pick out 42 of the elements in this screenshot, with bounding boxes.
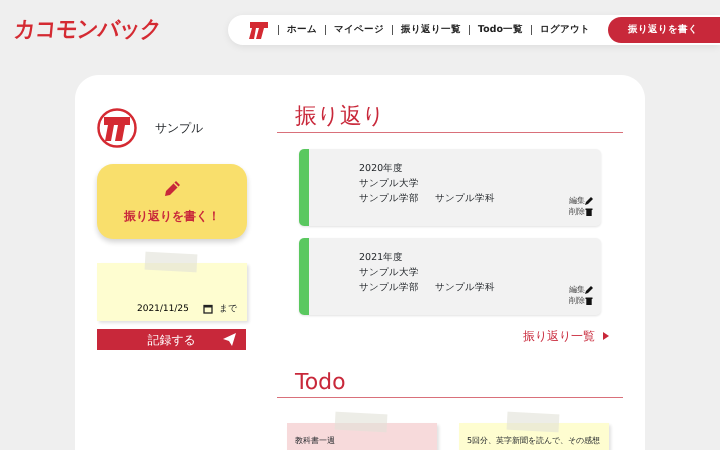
delete-link[interactable]: 削除 xyxy=(569,206,593,218)
nav-link[interactable]: 振り返り一覧 xyxy=(400,22,461,38)
year-text: 2021年度 xyxy=(359,250,404,265)
pencil-icon xyxy=(585,197,593,206)
tape xyxy=(144,252,198,272)
year-text: 2020年度 xyxy=(359,162,404,176)
section-heading: 振り返り xyxy=(277,103,623,133)
todo-text: 5回分、英字新聞を読んで、その感想 xyxy=(467,436,600,446)
logo-icon[interactable] xyxy=(248,19,270,41)
trash-icon xyxy=(585,297,593,306)
until-label: まで xyxy=(219,302,237,316)
pencil-icon xyxy=(585,286,593,294)
delete-link[interactable]: 削除 xyxy=(569,295,593,307)
nav-link[interactable]: マイページ xyxy=(334,22,384,38)
edit-link[interactable]: 編集 xyxy=(569,284,593,296)
date-field[interactable]: 2021/11/25 xyxy=(137,302,197,316)
faculty-text: サンプル学部 xyxy=(359,280,419,295)
caret-icon xyxy=(603,332,609,340)
edit-link[interactable]: 編集 xyxy=(569,195,593,206)
write-reflection-button[interactable]: 振り返りを書く！ xyxy=(97,164,247,239)
nav-link[interactable]: ログアウト xyxy=(540,22,590,38)
faculty-text: サンプル学部 xyxy=(359,192,419,206)
calendar-icon[interactable] xyxy=(203,304,213,314)
section-heading: Todo xyxy=(277,368,623,398)
pencil-icon xyxy=(162,178,182,198)
nav-link[interactable]: Todo一覧 xyxy=(478,22,523,38)
nav-link[interactable]: ホーム xyxy=(286,22,317,38)
submit-button[interactable]: 記録する xyxy=(97,329,246,350)
avatar-icon xyxy=(97,108,137,148)
tape xyxy=(506,412,560,433)
todo-text: 教科書一週 xyxy=(295,436,335,446)
send-icon xyxy=(223,333,236,346)
reflection-list-link[interactable]: 振り返り一覧 xyxy=(523,326,609,345)
logo-text[interactable]: カコモンバック xyxy=(12,12,163,48)
university-text: サンプル大学 xyxy=(359,266,420,280)
department-text: サンプル学科 xyxy=(435,192,495,206)
trash-icon xyxy=(585,208,593,216)
write-reflection-button[interactable]: 振り返りを書く xyxy=(608,17,720,43)
user-name: サンプル xyxy=(155,120,203,137)
university-text: サンプル大学 xyxy=(359,176,420,191)
tape xyxy=(334,412,388,433)
department-text: サンプル学科 xyxy=(435,280,495,295)
